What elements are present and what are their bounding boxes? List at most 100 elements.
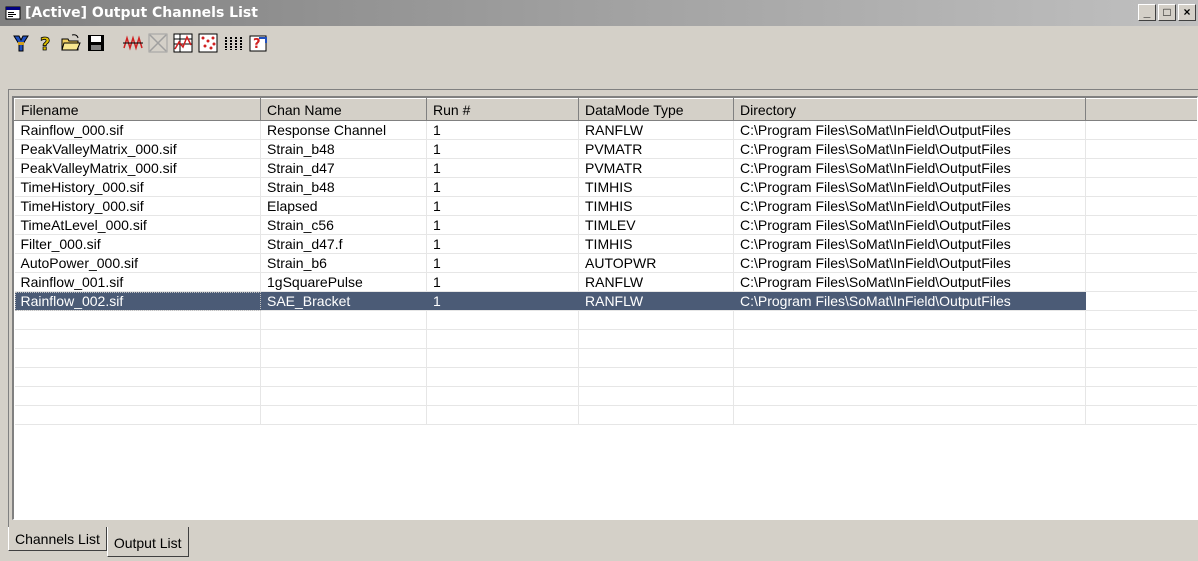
cell-chan-name: Strain_b48 xyxy=(260,177,427,197)
help-button[interactable]: ? xyxy=(33,30,58,55)
cell-blank xyxy=(1085,272,1197,292)
cell-directory: C:\Program Files\SoMat\InField\OutputFil… xyxy=(733,215,1086,235)
toolbar: ? ? xyxy=(0,27,1198,58)
cell-directory: C:\Program Files\SoMat\InField\OutputFil… xyxy=(733,272,1086,292)
waveform-button[interactable] xyxy=(120,30,145,55)
tools-button[interactable] xyxy=(8,30,33,55)
cell-directory: C:\Program Files\SoMat\InField\OutputFil… xyxy=(733,196,1086,216)
cell-filename: TimeAtLevel_000.sif xyxy=(14,215,261,235)
cell-run: 1 xyxy=(426,196,579,216)
table-row-selected[interactable]: Rainflow_002.sif SAE_Bracket 1 RANFLW C:… xyxy=(14,291,1197,311)
empty-row xyxy=(14,348,1197,368)
cell-directory: C:\Program Files\SoMat\InField\OutputFil… xyxy=(733,177,1086,197)
cell-filename: Rainflow_001.sif xyxy=(14,272,261,292)
save-button[interactable] xyxy=(83,30,108,55)
svg-text:?: ? xyxy=(253,37,261,52)
title-bar[interactable]: [Active] Output Channels List _ □ × xyxy=(0,0,1198,26)
cell-directory: C:\Program Files\SoMat\InField\OutputFil… xyxy=(733,253,1086,273)
tools-icon xyxy=(12,35,29,51)
cell-filename: AutoPower_000.sif xyxy=(14,253,261,273)
cell-chan-name: Strain_b48 xyxy=(260,139,427,159)
output-channels-list[interactable]: Filename Chan Name Run # DataMode Type D… xyxy=(12,96,1198,520)
cell-blank xyxy=(1085,215,1197,235)
cell-directory: C:\Program Files\SoMat\InField\OutputFil… xyxy=(733,234,1086,254)
window-app-icon[interactable] xyxy=(5,5,21,21)
table-row[interactable]: PeakValleyMatrix_000.sif Strain_d47 1 PV… xyxy=(14,158,1197,178)
cell-chan-name: Response Channel xyxy=(260,120,427,140)
waveform-icon xyxy=(122,34,143,51)
empty-row xyxy=(14,367,1197,387)
tab-output-list[interactable]: Output List xyxy=(106,527,189,557)
open-button[interactable] xyxy=(58,30,83,55)
data-grid-button[interactable] xyxy=(170,30,195,55)
column-header-blank[interactable] xyxy=(1085,98,1197,121)
cell-run: 1 xyxy=(426,177,579,197)
cell-directory: C:\Program Files\SoMat\InField\OutputFil… xyxy=(733,120,1086,140)
table-row[interactable]: Rainflow_000.sif Response Channel 1 RANF… xyxy=(14,120,1197,140)
delete-button[interactable] xyxy=(145,30,170,55)
minimize-icon: _ xyxy=(1143,5,1151,19)
cell-run: 1 xyxy=(426,215,579,235)
table-row[interactable]: PeakValleyMatrix_000.sif Strain_b48 1 PV… xyxy=(14,139,1197,159)
cell-blank xyxy=(1085,158,1197,178)
cell-directory: C:\Program Files\SoMat\InField\OutputFil… xyxy=(733,139,1086,159)
help-icon: ? xyxy=(39,33,50,54)
cell-chan-name: Strain_d47.f xyxy=(260,234,427,254)
cell-directory: C:\Program Files\SoMat\InField\OutputFil… xyxy=(733,158,1086,178)
table-row[interactable]: Filter_000.sif Strain_d47.f 1 TIMHIS C:\… xyxy=(14,234,1197,254)
cell-datamode-type: RANFLW xyxy=(578,120,734,140)
cell-run: 1 xyxy=(426,158,579,178)
window-title: [Active] Output Channels List xyxy=(25,5,258,21)
cell-blank xyxy=(1085,177,1197,197)
cell-filename: Rainflow_002.sif xyxy=(14,291,261,311)
cell-datamode-type: TIMHIS xyxy=(578,177,734,197)
table-row[interactable]: Rainflow_001.sif 1gSquarePulse 1 RANFLW … xyxy=(14,272,1197,292)
columns-button[interactable] xyxy=(220,30,245,55)
table-row[interactable]: AutoPower_000.sif Strain_b6 1 AUTOPWR C:… xyxy=(14,253,1197,273)
cell-blank xyxy=(1085,253,1197,273)
output-channels-table: Filename Chan Name Run # DataMode Type D… xyxy=(14,98,1197,425)
cell-blank xyxy=(1085,234,1197,254)
column-header-datamode-type[interactable]: DataMode Type xyxy=(578,98,734,121)
cell-run: 1 xyxy=(426,139,579,159)
data-grid-icon xyxy=(173,33,192,52)
tab-channels-list[interactable]: Channels List xyxy=(8,527,107,551)
export-icon: ? xyxy=(249,35,267,52)
column-header-filename[interactable]: Filename xyxy=(14,98,261,121)
cell-run: 1 xyxy=(426,234,579,254)
close-button[interactable]: × xyxy=(1178,4,1196,21)
tab-strip: Channels List Output List xyxy=(8,527,189,557)
column-header-chan-name[interactable]: Chan Name xyxy=(260,98,427,121)
cell-blank xyxy=(1085,139,1197,159)
cell-run: 1 xyxy=(426,291,579,311)
maximize-button[interactable]: □ xyxy=(1158,4,1176,21)
column-header-run[interactable]: Run # xyxy=(426,98,579,121)
open-folder-icon xyxy=(60,33,81,50)
cell-run: 1 xyxy=(426,272,579,292)
delete-icon xyxy=(148,33,167,52)
export-button[interactable]: ? xyxy=(245,30,270,55)
svg-text:?: ? xyxy=(40,34,50,54)
close-icon: × xyxy=(1183,5,1191,19)
cell-chan-name: Strain_c56 xyxy=(260,215,427,235)
empty-row xyxy=(14,405,1197,425)
cell-filename: PeakValleyMatrix_000.sif xyxy=(14,158,261,178)
table-row[interactable]: TimeHistory_000.sif Strain_b48 1 TIMHIS … xyxy=(14,177,1197,197)
cell-datamode-type: PVMATR xyxy=(578,158,734,178)
minimize-button[interactable]: _ xyxy=(1138,4,1156,21)
cell-chan-name: Elapsed xyxy=(260,196,427,216)
cell-filename: Rainflow_000.sif xyxy=(14,120,261,140)
cell-filename: TimeHistory_000.sif xyxy=(14,177,261,197)
scatter-button[interactable] xyxy=(195,30,220,55)
table-row[interactable]: TimeAtLevel_000.sif Strain_c56 1 TIMLEV … xyxy=(14,215,1197,235)
maximize-icon: □ xyxy=(1163,5,1171,19)
cell-run: 1 xyxy=(426,253,579,273)
cell-datamode-type: TIMHIS xyxy=(578,234,734,254)
table-row[interactable]: TimeHistory_000.sif Elapsed 1 TIMHIS C:\… xyxy=(14,196,1197,216)
empty-row xyxy=(14,329,1197,349)
cell-directory: C:\Program Files\SoMat\InField\OutputFil… xyxy=(733,291,1086,311)
cell-datamode-type: TIMHIS xyxy=(578,196,734,216)
table-header-row: Filename Chan Name Run # DataMode Type D… xyxy=(14,98,1197,121)
column-header-directory[interactable]: Directory xyxy=(733,98,1086,121)
cell-blank xyxy=(1085,291,1197,311)
